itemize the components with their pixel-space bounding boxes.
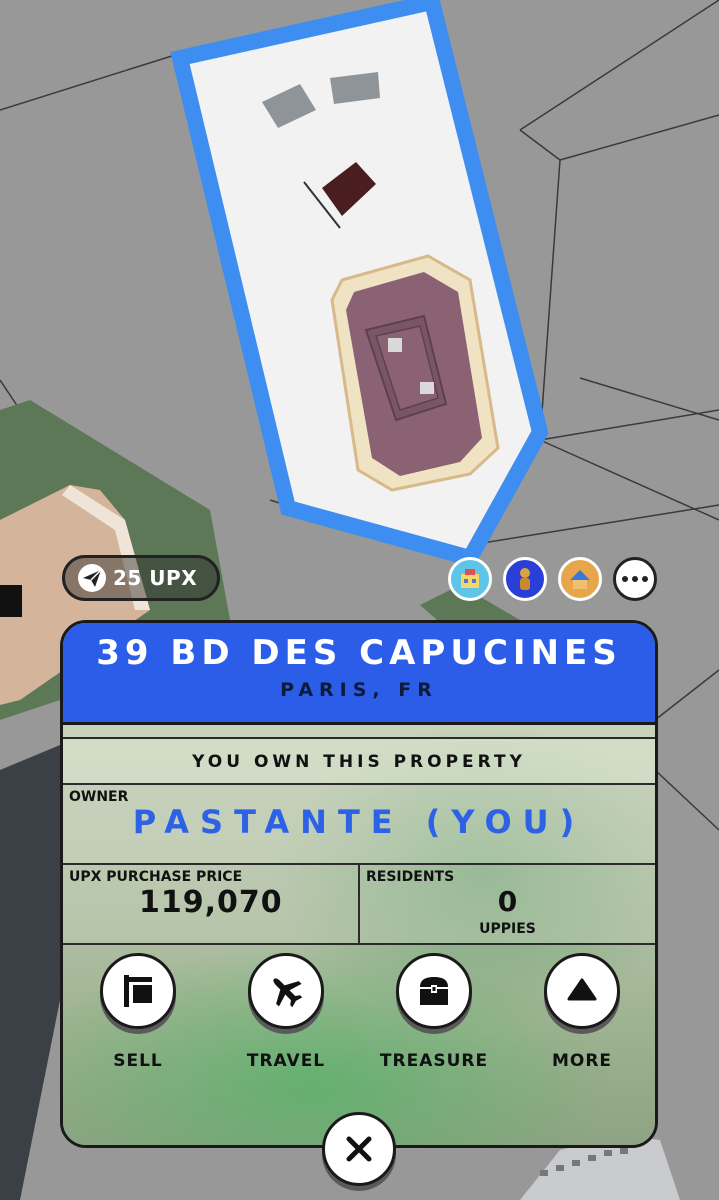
- property-address: 39 BD DES CAPUCINES: [96, 633, 622, 673]
- collaborator-avatar[interactable]: [448, 557, 492, 601]
- collaborator-avatar[interactable]: [558, 557, 602, 601]
- sign-icon: [124, 975, 152, 1007]
- property-header: 39 BD DES CAPUCINES PARIS, FR: [63, 623, 655, 725]
- action-bar: SELL TRAVEL TREASURE MORE: [63, 953, 655, 1093]
- more-button[interactable]: [544, 953, 620, 1029]
- avatar-building-icon: [461, 569, 479, 588]
- sell-label: SELL: [113, 1051, 163, 1071]
- more-action[interactable]: MORE: [522, 953, 642, 1071]
- ownership-status: YOU OWN THIS PROPERTY: [192, 752, 526, 772]
- ownership-status-row: YOU OWN THIS PROPERTY: [63, 737, 655, 785]
- residents-value: 0: [497, 885, 518, 918]
- triangle-up-icon: [567, 978, 597, 1001]
- treasure-action[interactable]: TREASURE: [374, 953, 494, 1071]
- avatar-house-icon: [570, 570, 590, 589]
- treasure-chest-icon: [420, 977, 448, 1005]
- property-card: 39 BD DES CAPUCINES PARIS, FR YOU OWN TH…: [60, 620, 658, 1148]
- residents-label: RESIDENTS: [366, 869, 455, 885]
- send-upx-chip[interactable]: 25 UPX: [62, 555, 220, 601]
- purchase-price-value: 119,070: [139, 885, 283, 920]
- travel-button[interactable]: [248, 953, 324, 1029]
- sell-button[interactable]: [100, 953, 176, 1029]
- owner-name[interactable]: PASTANTE (YOU): [63, 803, 655, 841]
- property-city: PARIS, FR: [280, 679, 438, 701]
- residents-unit: UPPIES: [479, 921, 536, 937]
- purchase-price-label: UPX PURCHASE PRICE: [69, 869, 243, 885]
- stats-row: UPX PURCHASE PRICE 119,070 RESIDENTS 0 U…: [63, 865, 655, 945]
- owner-row[interactable]: OWNER PASTANTE (YOU): [63, 785, 655, 865]
- close-icon: [346, 1136, 372, 1162]
- more-label: MORE: [551, 1051, 613, 1071]
- travel-label: TRAVEL: [246, 1051, 326, 1071]
- send-upx-label: 25 UPX: [113, 566, 198, 590]
- collaborators-row: [448, 557, 657, 601]
- collaborator-avatar[interactable]: [503, 557, 547, 601]
- residents-cell: RESIDENTS 0 UPPIES: [360, 865, 655, 943]
- paper-plane-icon: [78, 564, 106, 592]
- property-card-body: YOU OWN THIS PROPERTY OWNER PASTANTE (YO…: [63, 725, 655, 1145]
- travel-action[interactable]: TRAVEL: [226, 953, 346, 1071]
- airplane-icon: [273, 978, 303, 1008]
- sell-action[interactable]: SELL: [78, 953, 198, 1071]
- treasure-label: TREASURE: [379, 1051, 489, 1071]
- avatar-character-icon: [520, 568, 530, 590]
- more-dots-icon[interactable]: [613, 557, 657, 601]
- close-button[interactable]: [322, 1112, 396, 1186]
- purchase-price-cell: UPX PURCHASE PRICE 119,070: [63, 865, 360, 943]
- treasure-button[interactable]: [396, 953, 472, 1029]
